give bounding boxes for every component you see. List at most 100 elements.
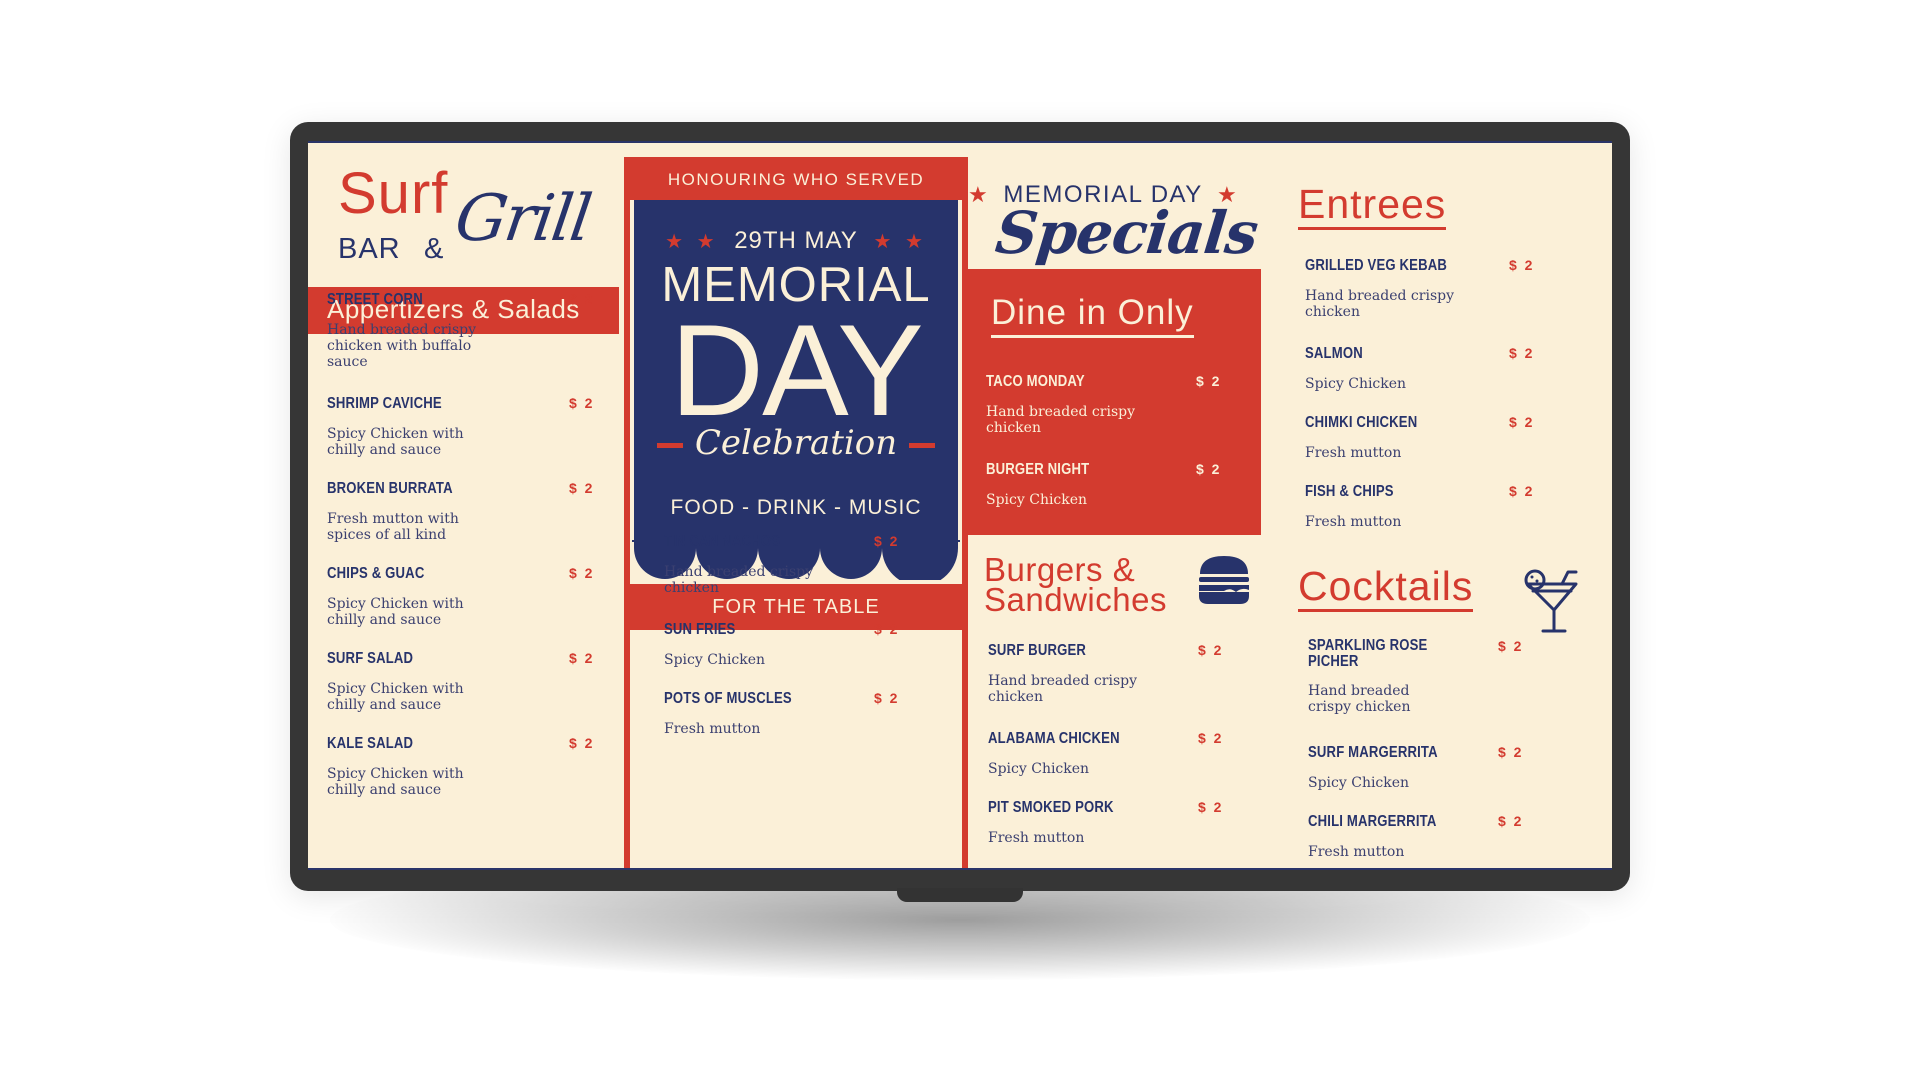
- item-price: $ 2: [569, 565, 595, 581]
- item-desc: Spicy Chicken: [986, 492, 1088, 508]
- item-desc: Spicy Chicken: [988, 761, 1090, 777]
- celebration-text: Celebration: [694, 423, 898, 463]
- item-name: CHIPS & GUAC: [327, 565, 425, 582]
- item-name: SUN FRIES: [664, 621, 736, 638]
- day-title: DAY: [670, 297, 924, 443]
- menu-item: SURF MARGERRITA $ 2 Spicy Chicken: [1308, 744, 1588, 791]
- honouring-banner: HONOURING WHO SERVED: [624, 157, 968, 200]
- item-desc: Spicy Chicken: [664, 652, 766, 668]
- cocktail-icon: [1524, 569, 1578, 633]
- menu-item: SHRIMP CAVICHE $ 2 Spicy Chicken with ch…: [327, 395, 607, 458]
- item-price: $ 2: [1498, 744, 1524, 760]
- menu-item: CHILI MARGERRITA $ 2 Fresh mutton: [1308, 813, 1588, 860]
- item-price: $ 2: [1509, 257, 1535, 273]
- menu-item: CHIMKI CHICKEN $ 2 Fresh mutton: [1305, 414, 1585, 461]
- logo-surf: Surf: [338, 161, 449, 226]
- stars-icon: ★ ★: [665, 231, 719, 253]
- item-price: $ 2: [874, 690, 900, 706]
- menu-item: TACO MONDAY $ 2 Hand breaded crispy chic…: [986, 373, 1266, 436]
- item-desc: Spicy Chicken with chilly and sauce: [327, 596, 464, 628]
- item-name: SHRIMP CAVICHE: [327, 395, 442, 412]
- item-price: $ 2: [1498, 638, 1524, 654]
- item-name: KALE SALAD: [327, 735, 414, 752]
- item-desc: Spicy Chicken with chilly and sauce: [327, 426, 464, 458]
- item-desc: Hand breaded crispy chicken with buffalo…: [327, 322, 476, 370]
- item-price: $ 2: [1196, 373, 1222, 389]
- tv-stand: [897, 888, 1023, 902]
- item-name: ALABAMA CHICKEN: [988, 730, 1120, 747]
- item-desc: Fresh mutton with spices of all kind: [327, 511, 459, 543]
- item-desc: Spicy Chicken: [1308, 775, 1410, 791]
- item-name: SPARKLING ROSE PICHER: [1308, 637, 1428, 670]
- item-price: $ 2: [1198, 730, 1224, 746]
- item-desc: Spicy Chicken with chilly and sauce: [327, 766, 464, 798]
- item-price: $ 2: [569, 480, 595, 496]
- item-desc: Spicy Chicken: [1305, 376, 1407, 392]
- dash-decoration: [909, 442, 936, 448]
- item-desc: Fresh mutton: [1305, 514, 1402, 530]
- item-desc: Fresh mutton: [664, 721, 761, 737]
- item-name: PIT SMOKED PORK: [988, 799, 1114, 816]
- item-name: TIN CAN NACHOS: [664, 533, 781, 550]
- item-name: BROKEN BURRATA: [327, 480, 453, 497]
- date-line: ★ ★ 29TH MAY ★ ★: [632, 227, 960, 255]
- item-price: $ 2: [1196, 461, 1222, 477]
- burger-icon: [1199, 556, 1249, 604]
- item-desc: Hand breaded crispy chicken: [988, 673, 1137, 705]
- menu-item: STREET CORN $ 2 Hand breaded crispy chic…: [327, 291, 607, 370]
- cocktails-header: Cocktails: [1298, 563, 1474, 612]
- celebration-line: Celebration: [632, 423, 960, 463]
- dash-decoration: [656, 442, 683, 448]
- item-name: SURF BURGER: [988, 642, 1087, 659]
- item-price: $ 2: [1509, 483, 1535, 499]
- menu-item: SUN FRIES $ 2 Spicy Chicken: [664, 621, 944, 668]
- item-name: FISH & CHIPS: [1305, 483, 1394, 500]
- menu-item: GRILLED VEG KEBAB $ 2 Hand breaded crisp…: [1305, 257, 1585, 320]
- item-desc: Hand breaded crispy chicken: [664, 564, 813, 596]
- menu-item: BROKEN BURRATA $ 2 Fresh mutton with spi…: [327, 480, 607, 543]
- item-price: $ 2: [569, 735, 595, 751]
- item-price: $ 2: [874, 533, 900, 549]
- star-icon: ★: [968, 182, 990, 207]
- logo-grill: Grill: [450, 182, 595, 256]
- item-name: GRILLED VEG KEBAB: [1305, 257, 1448, 274]
- item-name: CHIMKI CHICKEN: [1305, 414, 1418, 431]
- item-desc: Fresh mutton: [1308, 844, 1405, 860]
- item-name: STREET CORN: [327, 291, 423, 308]
- item-price: $ 2: [569, 291, 595, 307]
- tagline: FOOD - DRINK - MUSIC: [670, 496, 922, 519]
- burgers-header: Burgers & Sandwiches: [984, 553, 1167, 616]
- item-name: SURF SALAD: [327, 650, 414, 667]
- menu-screen: Surf BAR & Grill Appertizers & Salads ST…: [308, 141, 1612, 870]
- item-desc: Fresh mutton: [1305, 445, 1402, 461]
- menu-item: SURF BURGER $ 2 Hand breaded crispy chic…: [988, 642, 1268, 705]
- menu-item: SPARKLING ROSE PICHER $ 2 Hand breaded c…: [1308, 637, 1588, 716]
- menu-item: BURGER NIGHT $ 2 Spicy Chicken: [986, 461, 1266, 508]
- item-desc: Fresh mutton: [988, 830, 1085, 846]
- item-name: BURGER NIGHT: [986, 461, 1090, 478]
- item-price: $ 2: [874, 621, 900, 637]
- menu-item: SALMON $ 2 Spicy Chicken: [1305, 345, 1585, 392]
- item-desc: Hand breaded crispy chicken: [1308, 683, 1411, 715]
- item-price: $ 2: [1198, 642, 1224, 658]
- item-desc: Hand breaded crispy chicken: [986, 404, 1135, 436]
- item-name: SALMON: [1305, 345, 1363, 362]
- menu-item: TIN CAN NACHOS $ 2 Hand breaded crispy c…: [664, 533, 944, 596]
- menu-item: PIT SMOKED PORK $ 2 Fresh mutton: [988, 799, 1268, 846]
- item-price: $ 2: [1198, 799, 1224, 815]
- item-desc: Hand breaded crispy chicken: [1305, 288, 1454, 320]
- menu-item: POTS OF MUSCLES $ 2 Fresh mutton: [664, 690, 944, 737]
- menu-item: CHIPS & GUAC $ 2 Spicy Chicken with chil…: [327, 565, 607, 628]
- menu-item: SURF SALAD $ 2 Spicy Chicken with chilly…: [327, 650, 607, 713]
- item-price: $ 2: [1509, 414, 1535, 430]
- specials-title: Specials: [992, 199, 1261, 267]
- item-name: POTS OF MUSCLES: [664, 690, 792, 707]
- item-price: $ 2: [1498, 813, 1524, 829]
- item-desc: Spicy Chicken with chilly and sauce: [327, 681, 464, 713]
- stars-icon: ★ ★: [873, 231, 927, 253]
- item-price: $ 2: [569, 395, 595, 411]
- menu-item: ALABAMA CHICKEN $ 2 Spicy Chicken: [988, 730, 1268, 777]
- logo-bar: BAR: [338, 233, 401, 265]
- entrees-header: Entrees: [1298, 181, 1447, 230]
- item-name: TACO MONDAY: [986, 373, 1085, 390]
